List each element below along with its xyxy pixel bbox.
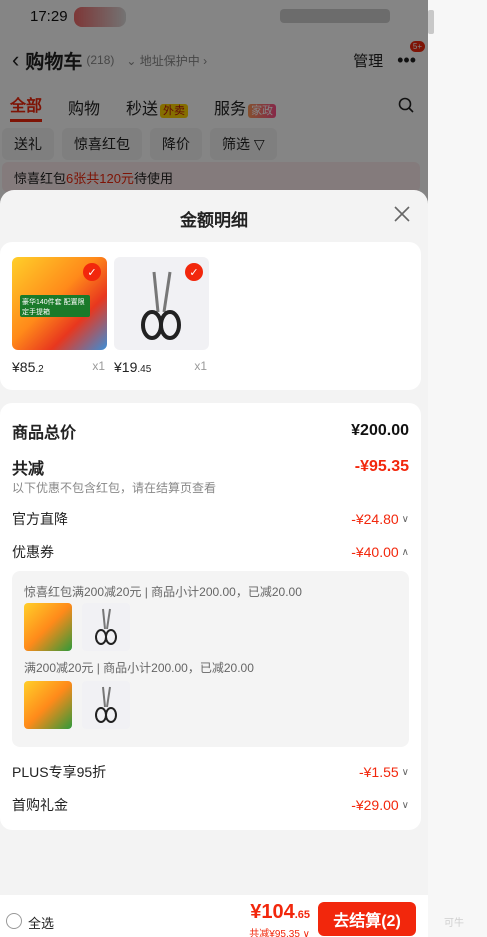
first-purchase-label: 首购礼金	[12, 797, 68, 813]
chevron-down-icon: ∨	[401, 799, 409, 811]
first-purchase-row[interactable]: 首购礼金 -¥29.00 ∨	[12, 795, 409, 815]
reduce-row: 共减 -¥95.35	[12, 455, 409, 479]
item-qty: x1	[194, 359, 207, 373]
select-all-radio[interactable]	[6, 913, 22, 929]
coupon-line: 惊喜红包满200减20元 | 商品小计200.00，已减20.00	[24, 585, 302, 599]
item-price-dec: .2	[35, 364, 44, 375]
first-purchase-value: -¥29.00	[351, 797, 399, 813]
coupon-thumbs	[24, 681, 130, 729]
official-discount-label: 官方直降	[12, 511, 68, 527]
item-price-int: ¥19	[114, 359, 138, 375]
coupon-row[interactable]: 优惠券 -¥40.00 ∧	[12, 542, 409, 562]
item-price-int: ¥85	[12, 359, 36, 375]
plus-discount-row[interactable]: PLUS专享95折 -¥1.55 ∨	[12, 762, 409, 782]
checked-icon[interactable]: ✓	[185, 263, 203, 281]
thumb-scissors	[82, 681, 130, 729]
thumb-crayons	[24, 681, 72, 729]
item-price: ¥19.45	[114, 359, 151, 375]
cart-item[interactable]: ✓ ¥19.45 x1	[114, 257, 209, 375]
chevron-down-icon: ∨	[401, 766, 409, 778]
plus-discount-label: PLUS专享95折	[12, 764, 107, 780]
phone-screen: 17:29 ‹ 购物车 (218) ⌄ 地址保护中 › 管理 ••• 5+ 全部 …	[0, 0, 428, 937]
total-price-row: 商品总价 ¥200.00	[12, 419, 409, 443]
item-price-dec: .45	[137, 364, 152, 375]
checkout-bar: 全选 ¥104.65 共减¥95.35 ∨ 去结算(2)	[0, 895, 428, 937]
reduce-label: 共减	[12, 461, 45, 478]
chevron-down-icon: ∨	[302, 929, 310, 937]
close-icon[interactable]	[392, 204, 412, 224]
scrollbar[interactable]	[428, 10, 434, 34]
reduce-value: -¥95.35	[354, 458, 409, 475]
right-margin	[428, 0, 487, 937]
thumb-scissors	[82, 603, 130, 651]
product-image-scissors: ✓	[114, 257, 209, 350]
coupon-value: -¥40.00	[351, 544, 399, 560]
total-price-label: 商品总价	[12, 425, 77, 442]
amount-detail-sheet: 金额明细 豪华140件套 配置限定手提箱 ✓ ¥85.2 x1 ✓ ¥19.45…	[0, 190, 428, 937]
total-int: ¥104	[250, 901, 295, 923]
watermark: 可牛	[444, 918, 464, 929]
sheet-title: 金额明细	[180, 211, 248, 230]
amount-detail-card: 商品总价 ¥200.00 共减 -¥95.35 以下优惠不包含红包，请在结算页查…	[0, 403, 421, 830]
select-all-label[interactable]: 全选	[28, 913, 54, 932]
cart-item[interactable]: 豪华140件套 配置限定手提箱 ✓ ¥85.2 x1	[12, 257, 107, 375]
chevron-down-icon: ∨	[401, 513, 409, 525]
total-reduce-label: 共减¥95.35	[249, 929, 300, 937]
items-card: 豪华140件套 配置限定手提箱 ✓ ¥85.2 x1 ✓ ¥19.45 x1	[0, 242, 421, 390]
reduce-note: 以下优惠不包含红包，请在结算页查看	[12, 481, 217, 495]
total-dec: .65	[294, 909, 310, 921]
coupon-label: 优惠券	[12, 544, 54, 560]
item-qty: x1	[92, 359, 105, 373]
coupon-line: 满200减20元 | 商品小计200.00，已减20.00	[24, 661, 254, 675]
total-amount: ¥104.65	[250, 901, 310, 924]
thumb-crayons	[24, 603, 72, 651]
total-price-value: ¥200.00	[351, 422, 409, 439]
official-discount-value: -¥24.80	[351, 511, 399, 527]
coupon-thumbs	[24, 603, 130, 651]
product-image-crayons: 豪华140件套 配置限定手提箱 ✓	[12, 257, 107, 350]
chevron-up-icon: ∧	[401, 546, 409, 558]
product-image-label: 豪华140件套 配置限定手提箱	[20, 295, 90, 317]
checkout-button[interactable]: 去结算(2)	[318, 902, 416, 936]
total-reduce[interactable]: 共减¥95.35 ∨	[249, 925, 310, 937]
coupon-detail-box: 惊喜红包满200减20元 | 商品小计200.00，已减20.00 满200减2…	[12, 571, 409, 747]
plus-discount-value: -¥1.55	[358, 764, 399, 780]
official-discount-row[interactable]: 官方直降 -¥24.80 ∨	[12, 509, 409, 529]
checked-icon[interactable]: ✓	[83, 263, 101, 281]
item-price: ¥85.2	[12, 359, 44, 375]
